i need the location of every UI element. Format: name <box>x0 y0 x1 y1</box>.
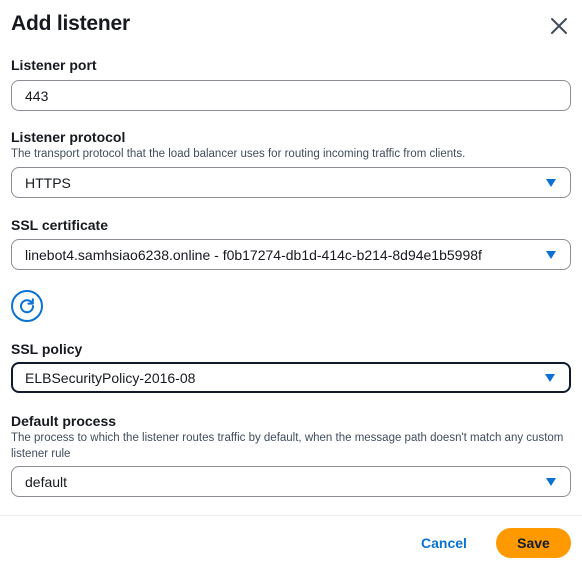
save-button[interactable]: Save <box>496 528 571 558</box>
ssl-policy-value: ELBSecurityPolicy-2016-08 <box>25 369 196 386</box>
listener-port-label: Listener port <box>11 57 97 73</box>
close-button[interactable] <box>545 12 573 40</box>
add-listener-modal: Add listener Listener port Listener prot… <box>0 0 582 566</box>
footer-divider <box>0 515 582 516</box>
caret-down-icon <box>546 178 556 187</box>
ssl-certificate-label: SSL certificate <box>11 217 109 233</box>
default-process-description: The process to which the listener routes… <box>11 432 564 460</box>
listener-protocol-description: The transport protocol that the load bal… <box>11 148 466 160</box>
ssl-policy-label: SSL policy <box>11 341 83 357</box>
ssl-policy-select[interactable]: ELBSecurityPolicy-2016-08 <box>11 362 571 393</box>
listener-port-input[interactable] <box>25 87 545 104</box>
caret-down-icon <box>546 477 556 486</box>
listener-protocol-value: HTTPS <box>25 174 71 191</box>
ssl-certificate-value: linebot4.samhsiao6238.online - f0b17274-… <box>25 246 482 263</box>
default-process-label: Default process <box>11 413 117 429</box>
close-icon <box>551 18 567 34</box>
default-process-select[interactable]: default <box>11 466 571 497</box>
ssl-certificate-select[interactable]: linebot4.samhsiao6238.online - f0b17274-… <box>11 239 571 270</box>
listener-port-field[interactable] <box>11 80 571 111</box>
caret-down-icon <box>546 250 556 259</box>
caret-down-icon <box>545 373 555 382</box>
listener-protocol-label: Listener protocol <box>11 129 126 145</box>
listener-protocol-select[interactable]: HTTPS <box>11 167 571 198</box>
modal-title: Add listener <box>11 12 130 35</box>
default-process-value: default <box>25 473 68 490</box>
refresh-icon <box>20 298 35 314</box>
cancel-button[interactable]: Cancel <box>411 528 477 558</box>
refresh-certificates-button[interactable] <box>11 290 43 322</box>
